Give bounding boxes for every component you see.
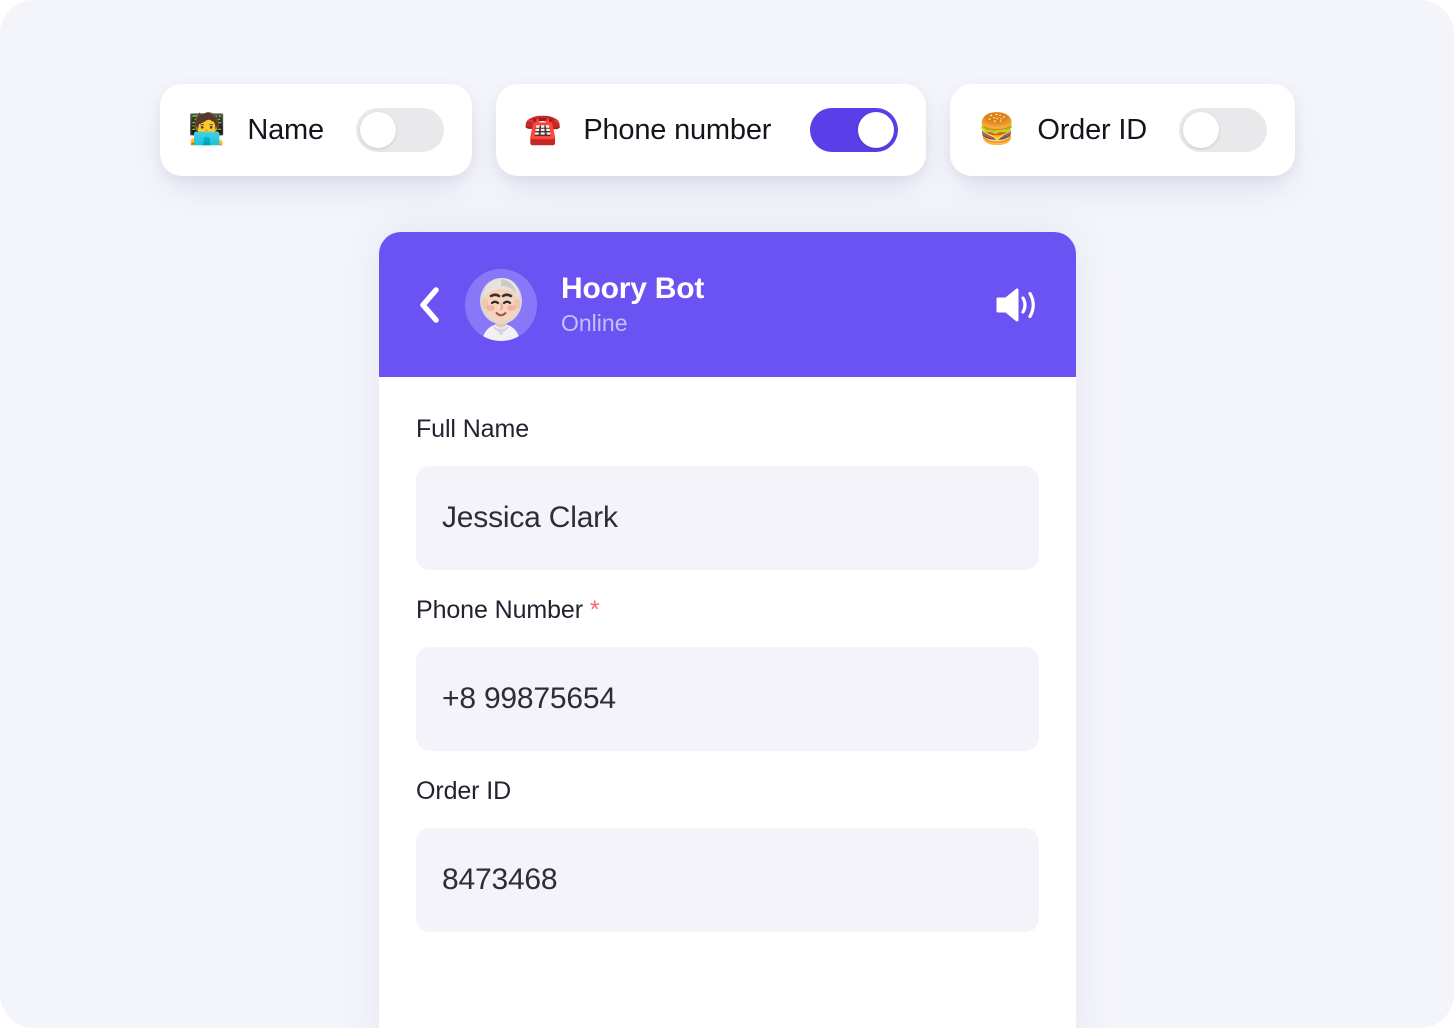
back-button[interactable]: [407, 283, 451, 327]
chat-header-text: Hoory Bot Online: [561, 272, 992, 337]
bot-avatar-illustration: [465, 268, 537, 341]
app-frame: 🧑‍💻 Name ☎️ Phone number 🍔 Order ID: [0, 0, 1454, 1028]
field-full-name: Full Name Jessica Clark: [416, 415, 1039, 570]
toggle-switch-phone-number[interactable]: [810, 108, 898, 152]
sound-toggle-button[interactable]: [992, 280, 1042, 330]
field-label-text: Order ID: [416, 777, 512, 805]
avatar: [465, 268, 537, 341]
order-id-value: 8473468: [442, 863, 558, 896]
chat-widget: Hoory Bot Online Full Name Jessica Clark: [379, 232, 1076, 1028]
person-with-laptop-emoji: 🧑‍💻: [188, 112, 226, 147]
toggle-knob: [1183, 112, 1219, 148]
chat-form-body: Full Name Jessica Clark Phone Number * +…: [379, 377, 1076, 932]
toggle-card-name[interactable]: 🧑‍💻 Name: [160, 84, 472, 176]
field-label-full-name: Full Name: [416, 415, 1039, 444]
field-label-text: Phone Number: [416, 596, 583, 624]
field-toggle-row: 🧑‍💻 Name ☎️ Phone number 🍔 Order ID: [160, 84, 1295, 176]
chevron-left-icon: [420, 286, 439, 323]
toggle-label-name: Name: [247, 113, 324, 146]
full-name-input[interactable]: Jessica Clark: [416, 466, 1039, 570]
phone-number-input[interactable]: +8 99875654: [416, 647, 1039, 751]
status-badge: Online: [561, 310, 628, 336]
field-phone-number: Phone Number * +8 99875654: [416, 596, 1039, 751]
toggle-label-phone-number: Phone number: [583, 113, 772, 146]
toggle-label-order-id: Order ID: [1037, 113, 1147, 146]
toggle-card-order-id[interactable]: 🍔 Order ID: [950, 84, 1295, 176]
toggle-card-phone-number[interactable]: ☎️ Phone number: [496, 84, 926, 176]
order-id-input[interactable]: 8473468: [416, 828, 1039, 932]
field-label-text: Full Name: [416, 415, 530, 443]
phone-number-value: +8 99875654: [442, 682, 616, 715]
full-name-value: Jessica Clark: [442, 501, 618, 534]
required-asterisk: *: [589, 596, 600, 624]
bot-name: Hoory Bot: [561, 272, 705, 305]
hamburger-emoji: 🍔: [978, 112, 1016, 147]
toggle-knob: [858, 112, 894, 148]
telephone-emoji: ☎️: [524, 112, 562, 147]
chat-header: Hoory Bot Online: [379, 232, 1076, 377]
toggle-switch-order-id[interactable]: [1179, 108, 1267, 152]
field-order-id: Order ID 8473468: [416, 777, 1039, 932]
field-label-phone-number: Phone Number *: [416, 596, 1039, 625]
field-label-order-id: Order ID: [416, 777, 1039, 806]
speaker-on-icon: [996, 288, 1035, 321]
toggle-switch-name[interactable]: [356, 108, 444, 152]
toggle-knob: [360, 112, 396, 148]
